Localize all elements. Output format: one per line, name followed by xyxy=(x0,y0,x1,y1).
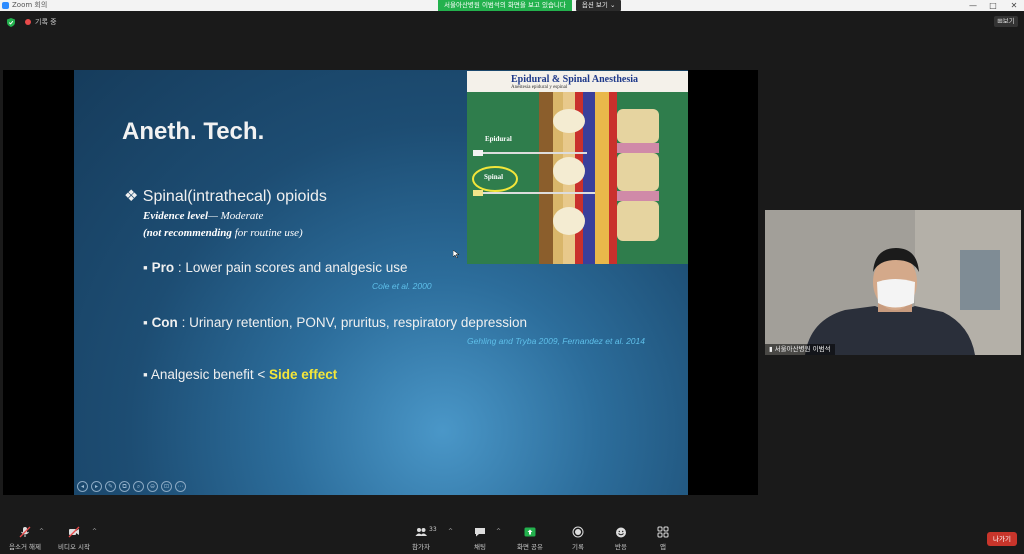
next-slide-icon[interactable]: ▸ xyxy=(91,481,102,492)
con-item: ▪ Con : Urinary retention, PONV, pruritu… xyxy=(143,315,527,330)
apps-button[interactable]: 앱 xyxy=(641,526,685,551)
chat-icon xyxy=(475,528,485,537)
participant-name-label: 서울아산병원 이범석 xyxy=(774,345,831,353)
view-options-label: 옵션 보기 xyxy=(581,1,608,9)
chat-label: 채팅 xyxy=(474,543,486,551)
apps-label: 앱 xyxy=(660,543,666,551)
slideshow-controls: ◂ ▸ ✎ ⧉ ⌕ ⊖ ⊡ ⋯ xyxy=(77,481,186,493)
share-screen-label: 화면 공유 xyxy=(517,543,543,551)
window-title: Zoom 회의 xyxy=(12,1,48,9)
share-banner-text: 서울아산병원 이범석의 화면을 보고 있습니다 xyxy=(438,0,572,11)
share-screen-button[interactable]: 화면 공유 xyxy=(508,526,552,551)
sub-bullet-icon: ▪ xyxy=(143,367,148,382)
shared-screen: Aneth. Tech. ❖ Spinal(intrathecal) opioi… xyxy=(3,70,758,495)
chevron-down-icon: ⌄ xyxy=(609,1,616,9)
signal-strength-icon: ▮ xyxy=(769,345,773,353)
side-effect-highlight: Side effect xyxy=(269,367,338,382)
subtitles-icon[interactable]: ⊡ xyxy=(161,481,172,492)
slide-title: Aneth. Tech. xyxy=(122,118,265,145)
chat-caret-icon[interactable]: ^ xyxy=(496,528,501,535)
spinal-label: Spinal xyxy=(484,173,504,181)
participants-label: 참가자 xyxy=(412,543,430,551)
meeting-toolbar: 음소거 해제 ^ 비디오 시작 ^ 33 참가자 ^ 채팅 ^ 화면 공유 기록… xyxy=(0,522,1024,554)
recommend-bold: not recommending xyxy=(146,227,232,239)
leave-meeting-button[interactable]: 나가기 xyxy=(987,532,1017,546)
con-citation: Gehling and Tryba 2009, Fernandez et al.… xyxy=(467,336,645,346)
main-bullet: ❖ Spinal(intrathecal) opioids xyxy=(124,186,327,206)
sub-bullet-icon: ▪ xyxy=(143,315,148,330)
close-button[interactable]: ✕ xyxy=(1007,0,1021,11)
slides-overview-icon[interactable]: ⧉ xyxy=(119,481,130,492)
benefit-text: Analgesic benefit < xyxy=(150,367,270,382)
participants-caret-icon[interactable]: ^ xyxy=(448,528,453,535)
meeting-top-bar: 기록 중 ⊞보기 xyxy=(0,12,1024,32)
participant-count: 33 xyxy=(429,526,437,533)
more-options-icon[interactable]: ⋯ xyxy=(175,481,186,492)
record-button[interactable]: 기록 xyxy=(556,526,600,551)
evidence-value: — Moderate xyxy=(208,210,264,222)
recommend-rest: for routine use) xyxy=(231,227,303,239)
sub-bullet-icon: ▪ xyxy=(143,260,148,275)
video-off-icon xyxy=(68,526,80,538)
reactions-button[interactable]: 반응 xyxy=(599,526,643,551)
start-video-button[interactable]: 비디오 시작 xyxy=(52,526,96,551)
evidence-level-line: Evidence level— Moderate xyxy=(143,210,263,222)
mic-muted-icon xyxy=(19,526,31,538)
anatomy-illustration: Epidural & Spinal Anesthesia Anestesia e… xyxy=(467,71,688,264)
recommendation-line: (not recommending for routine use) xyxy=(143,227,303,239)
reactions-label: 반응 xyxy=(615,543,627,551)
view-options-button[interactable]: 옵션 보기 ⌄ xyxy=(575,0,622,11)
minimize-button[interactable]: — xyxy=(966,0,980,11)
pro-text: : Lower pain scores and analgesic use xyxy=(174,260,408,275)
screen-share-banner: 서울아산병원 이범석의 화면을 보고 있습니다 옵션 보기 ⌄ xyxy=(438,0,622,11)
pro-item: ▪ Pro : Lower pain scores and analgesic … xyxy=(143,260,407,275)
mouse-cursor-icon xyxy=(453,250,459,258)
presentation-slide: Aneth. Tech. ❖ Spinal(intrathecal) opioi… xyxy=(74,70,688,495)
recording-label: 기록 중 xyxy=(35,18,57,26)
participants-button[interactable]: 33 참가자 xyxy=(399,526,443,551)
participant-name: ▮ 서울아산병원 이범석 xyxy=(765,344,835,355)
evidence-label: Evidence level xyxy=(143,210,209,222)
main-bullet-text: Spinal(intrathecal) opioids xyxy=(142,188,327,205)
participant-video-feed xyxy=(765,210,1021,355)
record-icon xyxy=(572,526,584,538)
start-video-label: 비디오 시작 xyxy=(58,543,90,551)
unmute-label: 음소거 해제 xyxy=(9,543,41,551)
spine-drawing xyxy=(467,92,688,264)
share-screen-icon xyxy=(524,527,536,537)
pen-icon[interactable]: ✎ xyxy=(105,481,116,492)
zoom-logo-icon xyxy=(2,2,9,9)
zoom-out-icon[interactable]: ⊖ xyxy=(147,481,158,492)
audio-options-caret-icon[interactable]: ^ xyxy=(39,528,44,535)
con-key: Con xyxy=(151,315,178,330)
con-text: : Urinary retention, PONV, pruritus, res… xyxy=(177,315,527,330)
benefit-item: ▪ Analgesic benefit < Side effect xyxy=(143,367,337,382)
reaction-icon xyxy=(616,527,626,538)
security-shield-icon[interactable] xyxy=(7,18,15,27)
bullet-diamond-icon: ❖ xyxy=(124,188,139,205)
previous-slide-icon[interactable]: ◂ xyxy=(77,481,88,492)
record-label: 기록 xyxy=(572,543,584,551)
pro-key: Pro xyxy=(151,260,175,275)
zoom-in-icon[interactable]: ⌕ xyxy=(133,481,144,492)
view-button[interactable]: ⊞보기 xyxy=(994,16,1018,27)
apps-icon xyxy=(657,526,669,538)
pro-citation: Cole et al. 2000 xyxy=(372,281,432,291)
maximize-button[interactable]: □ xyxy=(986,0,1000,11)
video-options-caret-icon[interactable]: ^ xyxy=(92,528,97,535)
participant-video-tile[interactable]: ▮ 서울아산병원 이범석 xyxy=(765,210,1021,355)
view-button-label: 보기 xyxy=(1002,17,1015,25)
participants-icon xyxy=(415,528,427,536)
epidural-label: Epidural xyxy=(485,135,512,143)
recording-icon xyxy=(25,19,31,25)
